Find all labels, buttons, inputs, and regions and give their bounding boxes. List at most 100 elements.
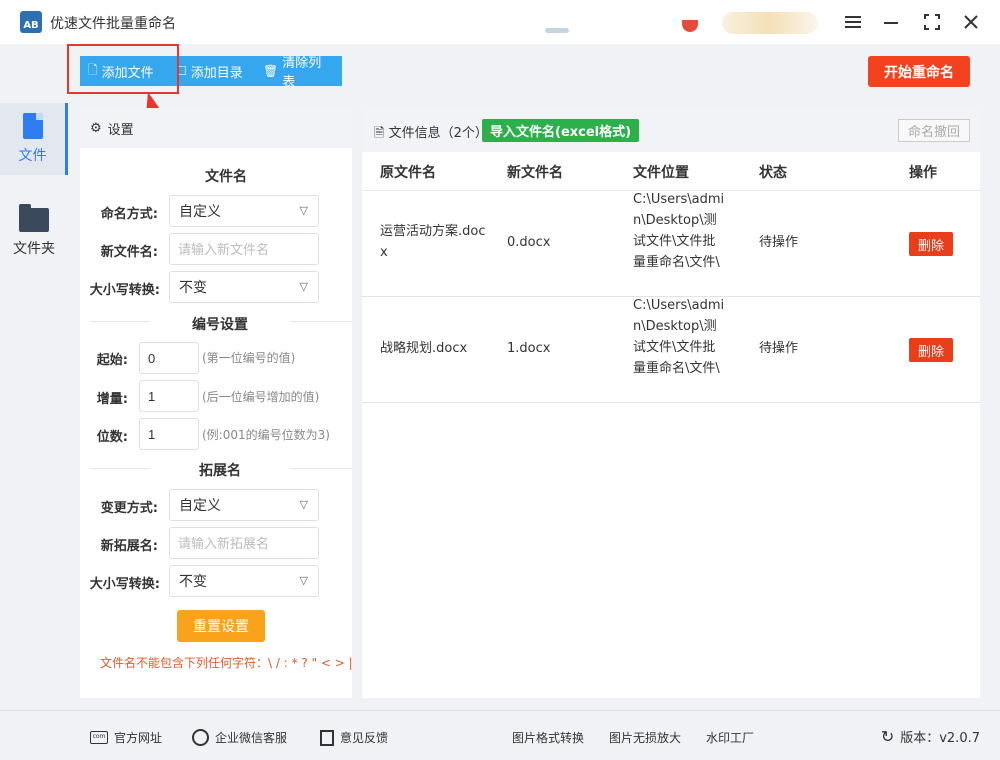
column-header-action[interactable]: 操作 [909, 162, 937, 182]
numbering-section-title: 编号设置 [150, 314, 290, 334]
promo-banner[interactable] [722, 12, 818, 34]
ext-case-select[interactable]: 不变 ▽ [169, 565, 319, 597]
original-name-cell: 战略规划.docx [380, 341, 468, 356]
file-info-title: 🗎 文件信息（2个） [374, 122, 488, 146]
naming-mode-select[interactable]: 自定义 ▽ [169, 195, 319, 227]
step-input[interactable] [139, 380, 199, 412]
column-header-original[interactable]: 原文件名 [380, 162, 436, 182]
table-row[interactable]: 运营活动方案.docx 0.docx C:\Users\admin\Deskto… [362, 191, 980, 297]
delete-row-button[interactable]: 删除 [909, 232, 953, 256]
app-logo: AB [20, 11, 42, 33]
website-link[interactable]: com 官方网址 [90, 729, 162, 746]
new-name-input[interactable] [169, 233, 319, 265]
gear-icon: ⚙ [90, 120, 102, 136]
digits-label: 位数: [96, 430, 128, 445]
column-header-new-name[interactable]: 新文件名 [507, 162, 563, 182]
website-icon: com [90, 731, 108, 744]
ext-mode-label: 变更方式: [100, 501, 158, 516]
new-name-cell: 0.docx [507, 235, 551, 250]
step-hint: (后一位编号增加的值) [202, 390, 320, 404]
feedback-link[interactable]: 意见反馈 [320, 729, 388, 746]
version-info[interactable]: ↻ 版本：v2.0.7 [881, 727, 980, 746]
chevron-down-icon: ▽ [299, 204, 308, 217]
clear-list-button[interactable]: 🗑 清除列表 [255, 56, 342, 90]
start-label: 起始: [96, 353, 128, 368]
image-format-convert-link[interactable]: 图片格式转换 [512, 729, 584, 746]
filename-section-title: 文件名 [205, 169, 247, 185]
column-header-status[interactable]: 状态 [759, 162, 787, 182]
naming-mode-value: 自定义 [179, 204, 221, 220]
start-number-input[interactable] [139, 342, 199, 374]
location-cell: C:\Users\admin\Desktop\测试文件\文件批量重命名\文件\ [633, 192, 725, 270]
new-ext-label: 新拓展名: [100, 539, 158, 554]
table-row[interactable]: 战略规划.docx 1.docx C:\Users\admin\Desktop\… [362, 297, 980, 403]
settings-header: ⚙ 设置 [80, 108, 352, 148]
wechat-label: 企业微信客服 [215, 731, 288, 745]
status-cell: 待操作 [759, 341, 799, 356]
badge-decoration [682, 20, 698, 32]
sidebar-item-label: 文件 [18, 148, 47, 164]
step-label: 增量: [96, 392, 128, 407]
chat-icon [192, 729, 209, 746]
wechat-support-link[interactable]: 企业微信客服 [192, 729, 287, 746]
case-convert-label: 大小写转换: [89, 283, 160, 298]
chevron-down-icon: ▽ [299, 498, 308, 511]
case-convert-select[interactable]: 不变 ▽ [169, 271, 319, 303]
settings-title: 设置 [107, 122, 134, 138]
ext-mode-value: 自定义 [179, 498, 221, 514]
website-label: 官方网址 [114, 731, 163, 745]
location-cell: C:\Users\admin\Desktop\测试文件\文件批量重命名\文件\ [633, 298, 725, 376]
image-lossless-zoom-link[interactable]: 图片无损放大 [609, 729, 681, 746]
app-title: 优速文件批量重命名 [50, 16, 176, 32]
delete-row-button[interactable]: 删除 [909, 338, 953, 362]
start-rename-button[interactable]: 开始重命名 [868, 56, 970, 87]
chevron-down-icon: ▽ [299, 574, 308, 587]
new-name-cell: 1.docx [507, 341, 551, 356]
close-icon[interactable] [960, 11, 982, 33]
digits-hint: (例:001的编号位数为3) [202, 428, 330, 442]
sidebar: 文件 文件夹 [0, 103, 68, 710]
settings-panel: ⚙ 设置 文件名 命名方式: 自定义 ▽ 新文件名: 大小写转换: 不变 ▽ 编… [80, 108, 353, 698]
ext-case-value: 不变 [179, 574, 207, 590]
ext-mode-select[interactable]: 自定义 ▽ [169, 489, 319, 521]
maximize-icon[interactable] [921, 11, 943, 33]
add-directory-label: 添加目录 [190, 65, 243, 81]
file-icon [22, 113, 43, 139]
chevron-down-icon: ▽ [299, 280, 308, 293]
sidebar-item-label: 文件夹 [13, 241, 55, 257]
watermark-factory-link[interactable]: 水印工厂 [706, 729, 754, 746]
new-ext-input[interactable] [169, 527, 319, 559]
title-bar: AB 优速文件批量重命名 [0, 0, 1000, 44]
import-excel-button[interactable]: 导入文件名(excel格式) [482, 119, 640, 142]
undo-rename-button[interactable]: 命名撤回 [898, 119, 970, 142]
menu-icon[interactable] [842, 11, 864, 33]
file-list-panel: 🗎 文件信息（2个） 导入文件名(excel格式) 命名撤回 原文件名 新文件名… [362, 108, 980, 698]
trash-icon: 🗑 [263, 64, 279, 78]
version-label: 版本：v2.0.7 [900, 731, 980, 746]
feedback-label: 意见反馈 [340, 731, 389, 745]
sidebar-item-folder[interactable]: 文件夹 [0, 197, 68, 269]
sidebar-item-file[interactable]: 文件 [0, 103, 68, 175]
invalid-chars-warning: 文件名不能包含下列任何字符：\ / : * ? " < > | [100, 656, 353, 670]
clear-list-label: 清除列表 [282, 56, 322, 90]
ext-case-label: 大小写转换: [89, 577, 160, 592]
refresh-icon: ↻ [880, 727, 895, 746]
document-icon: 🗎 [374, 126, 385, 141]
column-header-location[interactable]: 文件位置 [633, 162, 689, 182]
new-name-label: 新文件名: [100, 245, 158, 260]
folder-icon [19, 204, 49, 232]
original-name-cell: 运营活动方案.docx [380, 224, 486, 260]
status-cell: 待操作 [759, 235, 799, 250]
extension-section-title: 拓展名 [150, 460, 290, 480]
file-info-label: 文件信息（2个） [388, 126, 488, 141]
file-panel-header: 🗎 文件信息（2个） 导入文件名(excel格式) 命名撤回 [362, 108, 980, 152]
banner-decoration [545, 28, 569, 33]
minimize-icon[interactable] [880, 11, 902, 33]
digits-input[interactable] [139, 418, 199, 450]
highlight-box [67, 44, 179, 94]
reset-settings-button[interactable]: 重置设置 [177, 610, 265, 642]
naming-mode-label: 命名方式: [100, 207, 158, 222]
feedback-icon [320, 729, 334, 746]
add-directory-button[interactable]: ☐ 添加目录 [168, 56, 255, 86]
case-convert-value: 不变 [179, 280, 207, 296]
